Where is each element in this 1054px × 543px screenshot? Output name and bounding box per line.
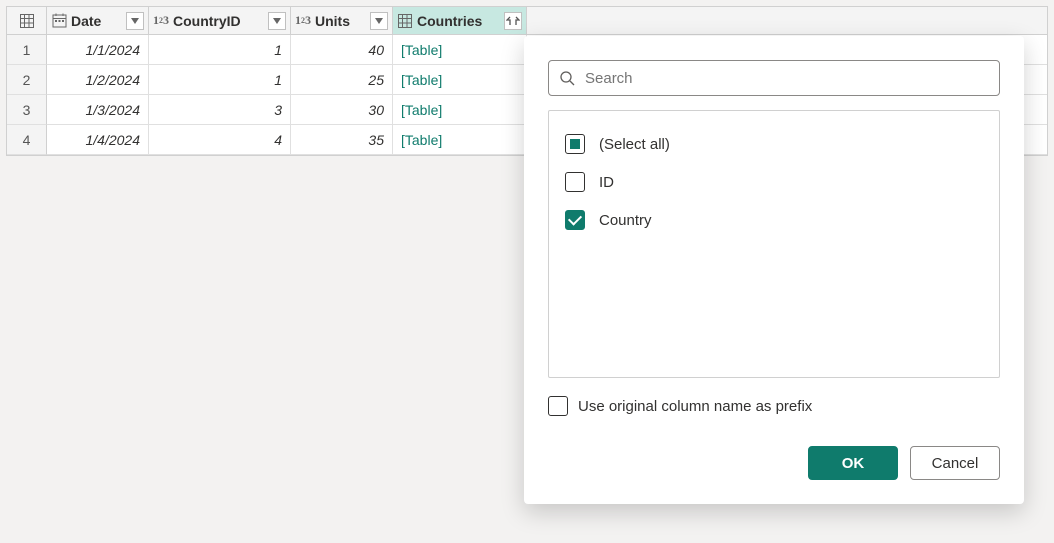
cancel-button[interactable]: Cancel bbox=[910, 446, 1000, 480]
search-input[interactable] bbox=[583, 69, 989, 88]
option-id[interactable]: ID bbox=[565, 163, 983, 201]
column-list: (Select all) ID Country bbox=[548, 110, 1000, 378]
column-filter-button[interactable] bbox=[268, 12, 286, 30]
cell-countryid[interactable]: 3 bbox=[149, 95, 291, 125]
cell-date[interactable]: 1/3/2024 bbox=[47, 95, 149, 125]
cell-units[interactable]: 25 bbox=[291, 65, 393, 95]
option-label: (Select all) bbox=[599, 136, 670, 153]
cell-countryid[interactable]: 4 bbox=[149, 125, 291, 155]
cell-countryid[interactable]: 1 bbox=[149, 35, 291, 65]
cell-units[interactable]: 35 bbox=[291, 125, 393, 155]
cell-countries[interactable]: [Table] bbox=[393, 95, 527, 125]
caret-down-icon bbox=[375, 18, 383, 24]
checkbox-unchecked-icon[interactable] bbox=[565, 172, 585, 192]
column-header-units[interactable]: 123 Units bbox=[291, 7, 393, 34]
spacer bbox=[527, 7, 1047, 34]
cell-units[interactable]: 40 bbox=[291, 35, 393, 65]
search-input-wrapper[interactable] bbox=[548, 60, 1000, 96]
cell-countries[interactable]: [Table] bbox=[393, 35, 527, 65]
column-header-label: Units bbox=[315, 13, 366, 29]
option-country[interactable]: Country bbox=[565, 201, 983, 239]
cell-countryid[interactable]: 1 bbox=[149, 65, 291, 95]
column-header-row: Date 123 CountryID 123 Units bbox=[7, 7, 1047, 35]
checkbox-checked-icon[interactable] bbox=[565, 210, 585, 230]
column-filter-button[interactable] bbox=[370, 12, 388, 30]
cell-date[interactable]: 1/4/2024 bbox=[47, 125, 149, 155]
option-label: Country bbox=[599, 212, 652, 229]
table-icon bbox=[20, 14, 34, 28]
expand-icon bbox=[506, 15, 520, 27]
column-header-date[interactable]: Date bbox=[47, 7, 149, 34]
row-number[interactable]: 4 bbox=[7, 125, 47, 155]
row-number[interactable]: 3 bbox=[7, 95, 47, 125]
expand-column-button[interactable] bbox=[504, 12, 522, 30]
column-filter-button[interactable] bbox=[126, 12, 144, 30]
select-all-cell[interactable] bbox=[7, 7, 47, 34]
use-prefix-option[interactable]: Use original column name as prefix bbox=[548, 396, 1000, 416]
cell-units[interactable]: 30 bbox=[291, 95, 393, 125]
cell-countries[interactable]: [Table] bbox=[393, 65, 527, 95]
cell-date[interactable]: 1/2/2024 bbox=[47, 65, 149, 95]
column-header-label: Date bbox=[71, 13, 122, 29]
expand-columns-panel: (Select all) ID Country Use original col… bbox=[524, 36, 1024, 504]
number-type-icon: 123 bbox=[295, 13, 311, 29]
checkbox-indeterminate-icon[interactable] bbox=[565, 134, 585, 154]
caret-down-icon bbox=[273, 18, 281, 24]
column-header-countryid[interactable]: 123 CountryID bbox=[149, 7, 291, 34]
column-header-label: CountryID bbox=[173, 13, 264, 29]
number-type-icon: 123 bbox=[153, 13, 169, 29]
search-icon bbox=[559, 70, 575, 86]
cell-date[interactable]: 1/1/2024 bbox=[47, 35, 149, 65]
column-header-countries[interactable]: Countries bbox=[393, 7, 527, 34]
cell-countries[interactable]: [Table] bbox=[393, 125, 527, 155]
ok-button[interactable]: OK bbox=[808, 446, 898, 480]
row-number[interactable]: 2 bbox=[7, 65, 47, 95]
caret-down-icon bbox=[131, 18, 139, 24]
checkbox-unchecked-icon[interactable] bbox=[548, 396, 568, 416]
use-prefix-label: Use original column name as prefix bbox=[578, 398, 812, 415]
option-label: ID bbox=[599, 174, 614, 191]
dialog-buttons: OK Cancel bbox=[548, 446, 1000, 480]
row-number[interactable]: 1 bbox=[7, 35, 47, 65]
select-all-option[interactable]: (Select all) bbox=[565, 125, 983, 163]
calendar-icon bbox=[51, 13, 67, 29]
table-type-icon bbox=[397, 13, 413, 29]
column-header-label: Countries bbox=[417, 13, 500, 29]
